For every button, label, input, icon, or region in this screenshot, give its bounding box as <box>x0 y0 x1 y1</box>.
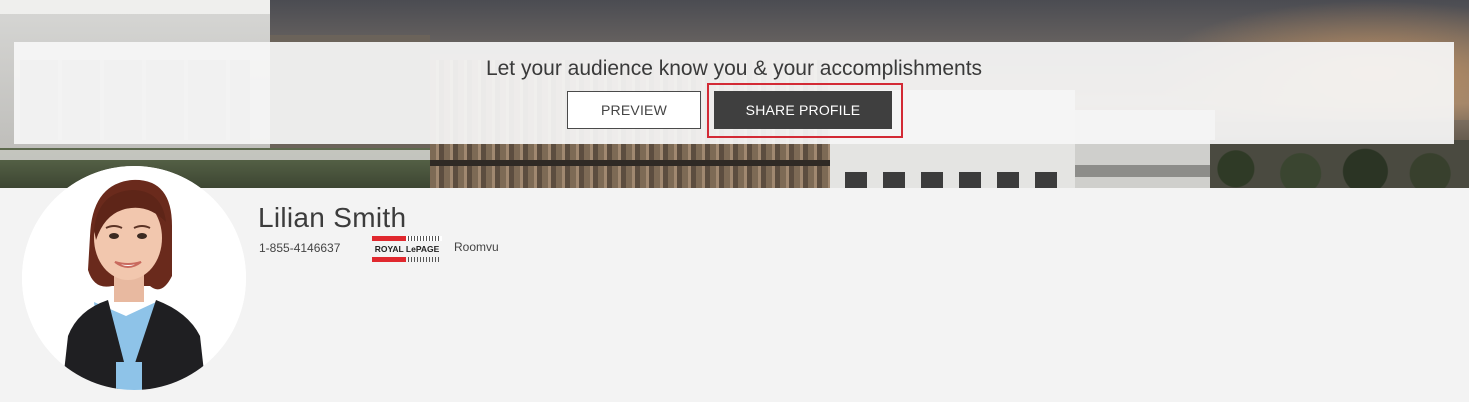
building-white-windows <box>845 172 1065 188</box>
avatar <box>22 166 246 390</box>
building-right-band <box>1075 165 1215 177</box>
preview-button[interactable]: PREVIEW <box>567 91 701 129</box>
building-balcony-band <box>430 160 830 166</box>
profile-phone: 1-855-4146637 <box>259 241 341 255</box>
share-profile-button[interactable]: SHARE PROFILE <box>714 91 892 129</box>
royal-lepage-logo-icon: ROYAL LePAGE <box>372 236 442 262</box>
building-left-roof <box>0 0 270 14</box>
brokerage-name: Roomvu <box>454 240 499 254</box>
tree-line <box>1210 140 1469 188</box>
rooftop-ledge <box>0 150 430 160</box>
profile-name: Lilian Smith <box>258 202 407 233</box>
svg-text:ROYAL LePAGE: ROYAL LePAGE <box>375 244 440 254</box>
profile-photo-icon <box>22 166 246 390</box>
share-profile-prompt: Let your audience know you & your accomp… <box>14 42 1454 144</box>
prompt-headline: Let your audience know you & your accomp… <box>485 57 983 80</box>
